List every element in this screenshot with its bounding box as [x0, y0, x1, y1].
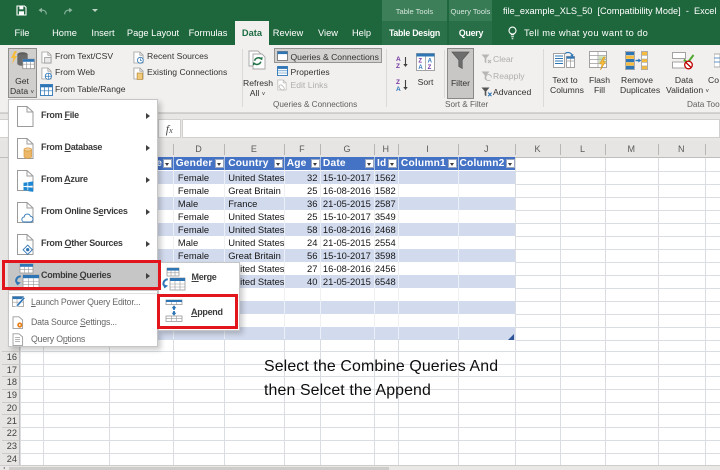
svg-text:Z: Z — [396, 79, 400, 86]
svg-text:A: A — [396, 86, 401, 91]
svg-text:A: A — [428, 58, 433, 64]
svg-text:A: A — [418, 65, 423, 71]
svg-text:Z: Z — [396, 63, 400, 68]
svg-text:Z: Z — [418, 58, 422, 64]
svg-text:Z: Z — [428, 65, 432, 71]
svg-text:A: A — [396, 56, 401, 63]
